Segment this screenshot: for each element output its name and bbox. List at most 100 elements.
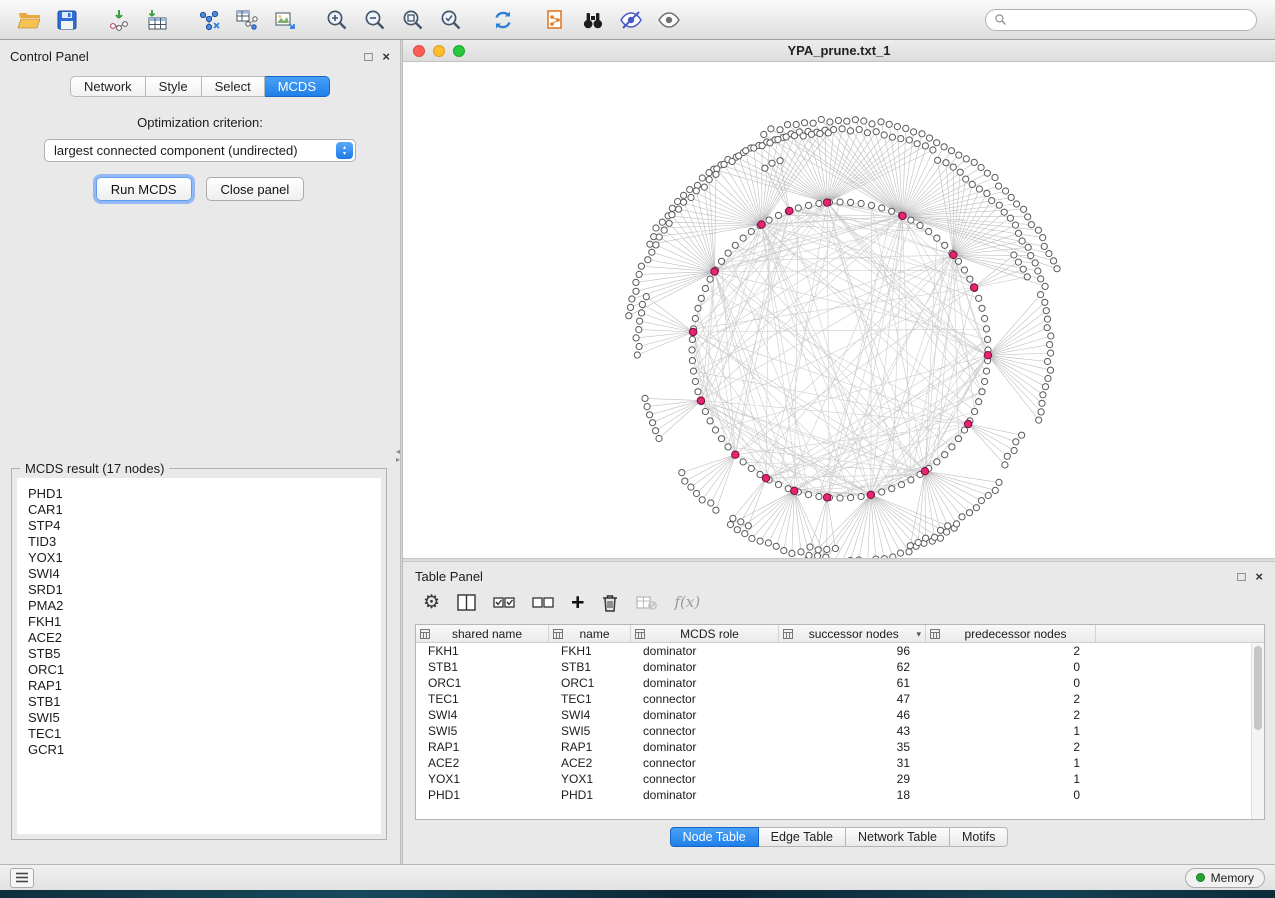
show-graphics-details-button[interactable] xyxy=(650,4,688,36)
delete-table-icon[interactable] xyxy=(636,595,657,610)
node-table[interactable]: shared namenameMCDS rolesuccessor nodes▾… xyxy=(415,624,1265,820)
network-graph[interactable] xyxy=(403,62,1275,558)
zoom-out-button[interactable] xyxy=(356,4,394,36)
main-toolbar xyxy=(0,0,1275,40)
maximize-window-icon[interactable] xyxy=(453,45,465,57)
float-panel-icon[interactable]: □ xyxy=(365,50,373,63)
network-from-table-button[interactable] xyxy=(228,4,266,36)
float-table-panel-icon[interactable]: □ xyxy=(1238,570,1246,583)
table-row[interactable]: ORC1ORC1dominator610 xyxy=(416,675,1264,691)
memory-label: Memory xyxy=(1211,871,1254,885)
open-session-button[interactable] xyxy=(10,4,48,36)
column-header-name[interactable]: name xyxy=(549,625,631,643)
splitter-handle-icon[interactable]: ◂▸ xyxy=(396,448,400,464)
network-canvas[interactable] xyxy=(403,62,1275,558)
mcds-result-item[interactable]: SWI5 xyxy=(28,710,381,726)
column-header-successor-nodes[interactable]: successor nodes▾ xyxy=(779,625,926,643)
tab-network[interactable]: Network xyxy=(70,76,146,97)
mcds-result-item[interactable]: PHD1 xyxy=(28,486,381,502)
save-session-button[interactable] xyxy=(48,4,86,36)
close-panel-button[interactable]: Close panel xyxy=(206,177,305,201)
memory-button[interactable]: Memory xyxy=(1185,868,1265,888)
export-image-button[interactable] xyxy=(266,4,304,36)
mcds-result-item[interactable]: SRD1 xyxy=(28,582,381,598)
deselect-all-icon[interactable] xyxy=(532,596,554,609)
zoom-fit-button[interactable] xyxy=(394,4,432,36)
close-panel-icon[interactable]: × xyxy=(382,50,390,63)
table-row[interactable]: TEC1TEC1connector472 xyxy=(416,691,1264,707)
mcds-result-item[interactable]: RAP1 xyxy=(28,678,381,694)
mcds-result-item[interactable]: ACE2 xyxy=(28,630,381,646)
hide-graphics-details-button[interactable] xyxy=(612,4,650,36)
export-image-icon xyxy=(273,8,297,32)
import-table-button[interactable] xyxy=(138,4,176,36)
table-row[interactable]: PHD1PHD1dominator180 xyxy=(416,787,1264,803)
tab-motifs[interactable]: Motifs xyxy=(950,827,1008,847)
apply-layout-button[interactable] xyxy=(484,4,522,36)
run-mcds-button[interactable]: Run MCDS xyxy=(96,177,192,201)
column-header-shared-name[interactable]: shared name xyxy=(416,625,549,643)
table-scrollbar[interactable] xyxy=(1251,643,1264,819)
select-all-icon[interactable] xyxy=(493,596,515,609)
mcds-result-item[interactable]: STP4 xyxy=(28,518,381,534)
table-row[interactable]: RAP1RAP1dominator352 xyxy=(416,739,1264,755)
mcds-result-item[interactable]: STB1 xyxy=(28,694,381,710)
new-network-button[interactable] xyxy=(190,4,228,36)
mcds-result-item[interactable]: ORC1 xyxy=(28,662,381,678)
table-settings-gear-icon[interactable]: ⚙ xyxy=(423,591,440,614)
mcds-result-item[interactable]: TEC1 xyxy=(28,726,381,742)
close-window-icon[interactable] xyxy=(413,45,425,57)
tab-node-table[interactable]: Node Table xyxy=(670,827,759,847)
tab-mcds[interactable]: MCDS xyxy=(265,76,330,97)
new-network-icon xyxy=(197,8,221,32)
show-panels-button[interactable] xyxy=(10,868,34,888)
mcds-result-item[interactable]: FKH1 xyxy=(28,614,381,630)
zoom-in-button[interactable] xyxy=(318,4,356,36)
mcds-result-item[interactable]: STB5 xyxy=(28,646,381,662)
table-row[interactable]: FKH1FKH1dominator962 xyxy=(416,643,1264,659)
search-input[interactable] xyxy=(1012,13,1248,27)
tab-network-table[interactable]: Network Table xyxy=(846,827,950,847)
zoom-selected-icon xyxy=(439,8,463,32)
mcds-result-item[interactable]: GCR1 xyxy=(28,742,381,758)
export-document-button[interactable] xyxy=(536,4,574,36)
tab-select[interactable]: Select xyxy=(202,76,265,97)
split-columns-icon[interactable] xyxy=(457,594,476,611)
import-table-icon xyxy=(145,8,169,32)
tab-edge-table[interactable]: Edge Table xyxy=(759,827,846,847)
mcds-result-list[interactable]: PHD1CAR1STP4TID3YOX1SWI4SRD1PMA2FKH1ACE2… xyxy=(17,478,381,834)
minimize-window-icon[interactable] xyxy=(433,45,445,57)
mcds-result-item[interactable]: YOX1 xyxy=(28,550,381,566)
close-table-panel-icon[interactable]: × xyxy=(1255,570,1263,583)
zoom-selected-button[interactable] xyxy=(432,4,470,36)
share-document-icon xyxy=(543,8,567,32)
mcds-result-item[interactable]: TID3 xyxy=(28,534,381,550)
mcds-result-item[interactable]: PMA2 xyxy=(28,598,381,614)
delete-column-trash-icon[interactable] xyxy=(601,593,619,612)
table-row[interactable]: SWI5SWI5connector431 xyxy=(416,723,1264,739)
global-search-box[interactable] xyxy=(985,9,1257,31)
vertical-splitter[interactable]: ◂▸ xyxy=(400,40,403,864)
function-builder-icon[interactable]: f(x) xyxy=(674,593,700,611)
table-row[interactable]: STB1STB1dominator620 xyxy=(416,659,1264,675)
sort-menu-arrow[interactable]: ▾ xyxy=(916,629,921,640)
column-header-predecessor-nodes[interactable]: predecessor nodes xyxy=(926,625,1096,643)
find-button[interactable] xyxy=(574,4,612,36)
add-column-icon[interactable]: + xyxy=(571,592,584,612)
open-folder-icon xyxy=(17,8,41,32)
table-row[interactable]: YOX1YOX1connector291 xyxy=(416,771,1264,787)
dropdown-stepper-icon: ▴▾ xyxy=(336,142,353,159)
table-panel: Table Panel □ × ⚙ + xyxy=(403,562,1275,864)
criterion-dropdown[interactable]: largest connected component (undirected)… xyxy=(44,139,356,162)
memory-status-icon xyxy=(1196,873,1205,882)
table-row[interactable]: ACE2ACE2connector311 xyxy=(416,755,1264,771)
scrollbar-thumb[interactable] xyxy=(1254,646,1262,730)
table-row[interactable]: SWI4SWI4dominator462 xyxy=(416,707,1264,723)
network-window-titlebar[interactable]: YPA_prune.txt_1 xyxy=(403,40,1275,62)
tab-style[interactable]: Style xyxy=(146,76,202,97)
control-panel-title: Control Panel xyxy=(10,49,355,64)
mcds-result-item[interactable]: SWI4 xyxy=(28,566,381,582)
column-header-MCDS-role[interactable]: MCDS role xyxy=(631,625,779,643)
import-network-button[interactable] xyxy=(100,4,138,36)
mcds-result-item[interactable]: CAR1 xyxy=(28,502,381,518)
